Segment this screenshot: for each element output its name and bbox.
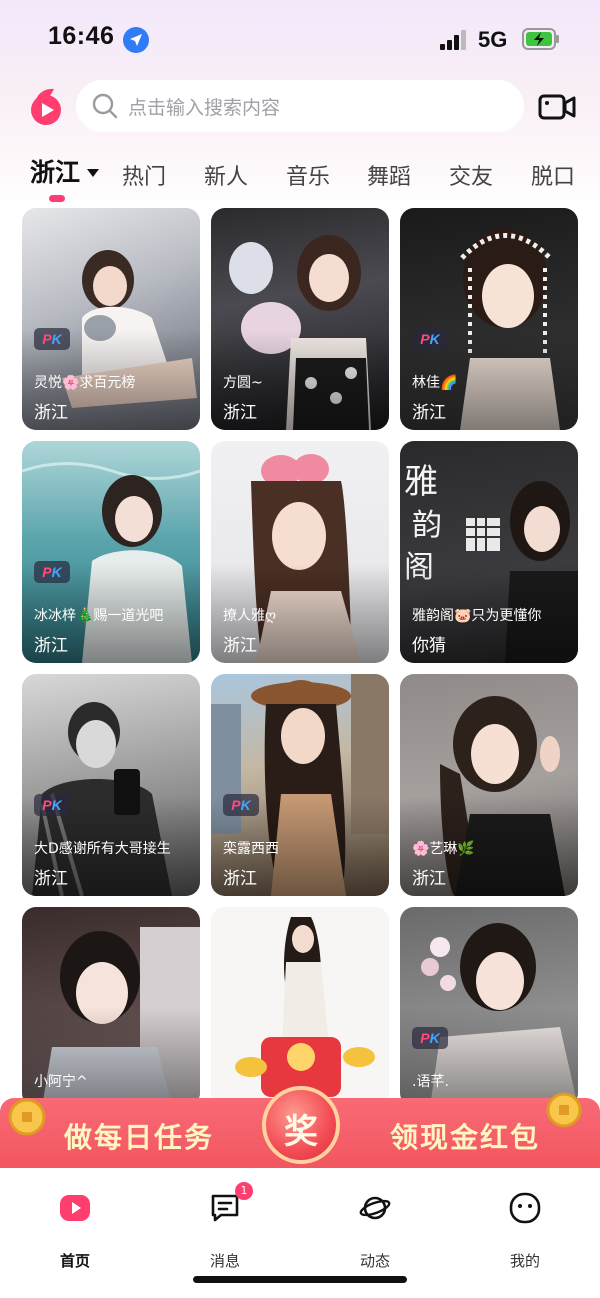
app-logo-icon[interactable] <box>26 86 66 126</box>
live-room-card[interactable]: PK 灵悦🌸求百元榜 浙江 <box>22 208 200 430</box>
caret-down-icon[interactable] <box>87 169 99 177</box>
card-streamer-name: 栾露西西 <box>223 841 279 857</box>
coin-icon <box>8 1098 46 1136</box>
svg-text:韵: 韵 <box>412 508 442 543</box>
search-placeholder: 点击输入搜索内容 <box>128 97 281 119</box>
card-region: 浙江 <box>223 403 257 423</box>
nav-moments[interactable]: 动态 <box>335 1188 415 1270</box>
card-streamer-name: 🌸艺琳🌿 <box>412 841 475 857</box>
card-streamer-name: 林佳🌈 <box>412 375 458 391</box>
promo-left-text: 做每日任务 <box>64 1121 215 1154</box>
pk-badge: PK <box>223 794 259 816</box>
live-room-card[interactable]: PK 林佳🌈 浙江 <box>400 208 578 430</box>
pk-badge: PK <box>34 328 70 350</box>
live-room-card[interactable]: 雅 韵 阁 雅韵阁🐷只为更懂你 你猜 <box>400 441 578 663</box>
card-streamer-name: 方圆~ <box>223 375 263 391</box>
card-streamer-name: .语芊. <box>412 1074 449 1090</box>
card-region: 浙江 <box>34 636 68 656</box>
status-time: 16:46 <box>48 22 115 50</box>
nav-moments-label: 动态 <box>359 1252 390 1270</box>
svg-text:雅: 雅 <box>404 462 438 502</box>
tab-talkshow[interactable]: 脱口 <box>531 159 575 191</box>
card-region: 浙江 <box>223 636 257 656</box>
status-bar: 16:46 5G <box>0 0 600 80</box>
card-region: 浙江 <box>412 403 446 423</box>
live-room-card[interactable] <box>211 907 389 1107</box>
nav-home[interactable]: 首页 <box>35 1188 115 1270</box>
tab-friends[interactable]: 交友 <box>449 159 493 191</box>
face-icon <box>509 1192 541 1224</box>
card-shade <box>22 1007 200 1107</box>
search-icon <box>92 93 118 119</box>
live-room-card[interactable]: PK .语芊. <box>400 907 578 1107</box>
pk-badge: PK <box>34 561 70 583</box>
message-count-badge: 1 <box>235 1182 253 1200</box>
pk-badge: PK <box>34 794 70 816</box>
tab-new[interactable]: 新人 <box>204 159 248 191</box>
nav-messages[interactable]: 1 消息 <box>185 1182 265 1270</box>
card-photo <box>211 907 389 1107</box>
coin-icon <box>546 1092 582 1128</box>
live-room-card[interactable]: 撩人雅ღ 浙江 <box>211 441 389 663</box>
battery-charging-icon <box>522 28 559 50</box>
tab-music[interactable]: 音乐 <box>286 159 330 191</box>
search-input[interactable]: 点击输入搜索内容 <box>76 80 524 132</box>
pk-badge: PK <box>412 1027 448 1049</box>
signal-icon <box>440 30 470 50</box>
category-tabs: 浙江 热门 新人 音乐 舞蹈 交友 脱口 <box>0 155 600 205</box>
card-region: 浙江 <box>34 869 68 889</box>
nav-profile-label: 我的 <box>509 1252 540 1270</box>
card-streamer-name: 大D感谢所有大哥接生 <box>34 841 171 857</box>
live-room-card[interactable]: PK 大D感谢所有大哥接生 浙江 <box>22 674 200 896</box>
tab-dance[interactable]: 舞蹈 <box>367 159 411 191</box>
card-streamer-name: 小阿宁^ <box>34 1074 88 1090</box>
reward-medal-label: 奖 <box>284 1112 318 1152</box>
nav-messages-label: 消息 <box>209 1252 240 1270</box>
card-region: 浙江 <box>34 403 68 423</box>
active-tab-indicator <box>49 195 65 202</box>
nav-profile[interactable]: 我的 <box>485 1188 565 1270</box>
card-streamer-name: 撩人雅ღ <box>223 608 277 624</box>
card-region: 浙江 <box>412 869 446 889</box>
nav-home-label: 首页 <box>59 1252 90 1270</box>
video-camera-icon[interactable] <box>538 92 576 122</box>
promo-right-text: 领现金红包 <box>390 1121 541 1154</box>
card-streamer-name: 灵悦🌸求百元榜 <box>34 375 136 391</box>
tab-zhejiang[interactable]: 浙江 <box>30 153 80 189</box>
card-streamer-name: 冰冰梓🎄赐一道光吧 <box>34 608 164 624</box>
live-room-card[interactable]: 方圆~ 浙江 <box>211 208 389 430</box>
live-room-card[interactable]: 小阿宁^ <box>22 907 200 1107</box>
play-icon <box>60 1195 90 1221</box>
location-arrow-icon <box>123 27 149 53</box>
live-room-card[interactable]: PK 栾露西西 浙江 <box>211 674 389 896</box>
live-room-card[interactable]: PK 冰冰梓🎄赐一道光吧 浙江 <box>22 441 200 663</box>
tab-hot[interactable]: 热门 <box>122 159 166 191</box>
pk-badge: PK <box>412 328 448 350</box>
reward-medal[interactable]: 奖 <box>262 1086 340 1164</box>
card-streamer-name: 雅韵阁🐷只为更懂你 <box>412 608 542 624</box>
live-room-card[interactable]: 🌸艺琳🌿 浙江 <box>400 674 578 896</box>
card-region: 浙江 <box>223 869 257 889</box>
home-indicator <box>193 1276 407 1283</box>
network-label: 5G <box>478 27 508 52</box>
card-region: 你猜 <box>412 636 446 656</box>
planet-icon <box>359 1196 391 1220</box>
